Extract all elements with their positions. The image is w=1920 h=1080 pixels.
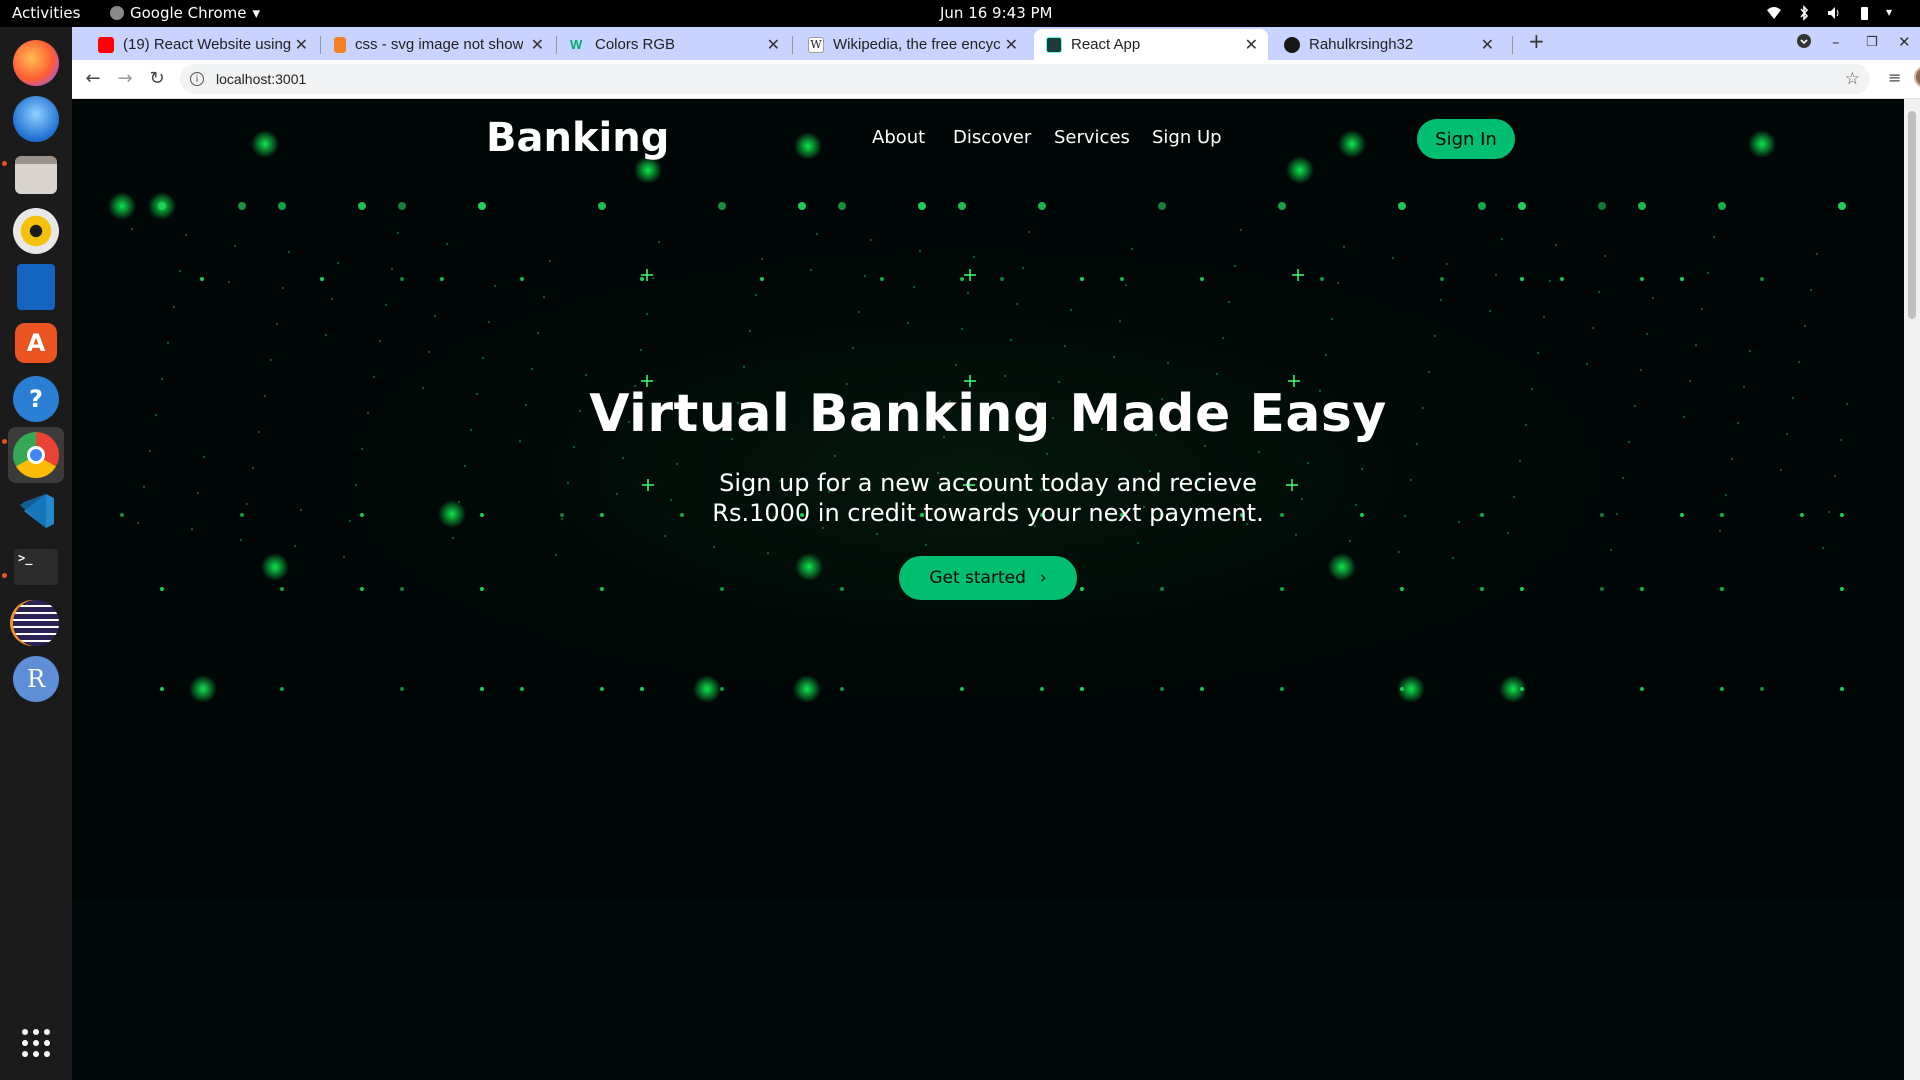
rhythmbox-icon	[13, 208, 59, 254]
youtube-icon	[98, 36, 114, 53]
system-top-bar: Activities Google Chrome ▾ Jun 16 9:43 P…	[0, 0, 1920, 27]
clock[interactable]: Jun 16 9:43 PM	[940, 4, 1053, 22]
tab-title: css - svg image not showi	[355, 36, 523, 53]
help-icon: ?	[13, 376, 59, 422]
r-icon: R	[13, 656, 59, 702]
power-menu-caret-icon: ▾	[1886, 5, 1893, 19]
hero-subtitle: Sign up for a new account today and reci…	[712, 469, 1264, 527]
site-navbar: Banking About Discover Services Sign Up …	[72, 99, 1904, 179]
get-started-label: Get started	[929, 568, 1026, 588]
tab-colors-rgb[interactable]: W Colors RGB ✕	[558, 29, 790, 60]
firefox-icon	[13, 40, 59, 86]
system-tray[interactable]: ▾	[1766, 5, 1902, 21]
dock-software[interactable]: A	[8, 315, 64, 371]
dock-r[interactable]: R	[8, 651, 64, 707]
chrome-small-icon	[110, 6, 124, 20]
writer-icon	[17, 264, 55, 310]
get-started-button[interactable]: Get started ›	[899, 556, 1077, 600]
activities-button[interactable]: Activities	[12, 4, 80, 22]
tab-youtube[interactable]: (19) React Website using ✕	[86, 29, 318, 60]
tab-github[interactable]: Rahulkrsingh32 ✕	[1272, 29, 1504, 60]
battery-icon	[1856, 5, 1872, 21]
browser-window: (19) React Website using ✕ css - svg ima…	[72, 27, 1920, 99]
hero-bottom-band	[72, 899, 1904, 1080]
apps-grid-icon	[13, 1020, 59, 1066]
volume-icon	[1826, 5, 1842, 21]
tab-stackoverflow[interactable]: css - svg image not showi ✕	[322, 29, 554, 60]
dock-vscode[interactable]	[8, 483, 64, 539]
tab-react-app[interactable]: React App ✕	[1034, 29, 1268, 60]
nav-about[interactable]: About	[872, 127, 925, 148]
tab-strip: (19) React Website using ✕ css - svg ima…	[72, 27, 1920, 60]
github-icon	[1284, 36, 1300, 53]
forward-arrow-icon[interactable]: →	[114, 68, 136, 89]
w3schools-icon: W	[570, 36, 583, 52]
app-menu[interactable]: Google Chrome ▾	[110, 4, 260, 22]
address-bar[interactable]: i ☆	[180, 64, 1870, 94]
dock-files[interactable]	[8, 147, 64, 203]
bluetooth-icon	[1796, 5, 1812, 21]
tab-title: (19) React Website using	[123, 36, 291, 53]
sign-in-button[interactable]: Sign In	[1417, 119, 1515, 159]
wikipedia-icon: W	[808, 36, 824, 53]
scrollbar-thumb[interactable]	[1908, 111, 1916, 319]
dock-writer[interactable]	[8, 259, 64, 315]
dock-eclipse[interactable]	[8, 595, 64, 651]
close-tab-icon[interactable]: ✕	[1481, 35, 1494, 55]
chrome-icon	[13, 432, 59, 478]
site-logo[interactable]: Banking	[486, 115, 669, 161]
close-tab-icon[interactable]: ✕	[1245, 35, 1258, 55]
url-input[interactable]	[214, 70, 1714, 88]
bookmark-star-icon[interactable]: ☆	[1845, 69, 1860, 89]
restore-button[interactable]: ❐	[1866, 35, 1878, 50]
media-control-icon[interactable]: ≡	[1888, 68, 1901, 87]
tab-title: Wikipedia, the free encycl	[833, 36, 1001, 53]
thunderbird-icon	[13, 96, 59, 142]
new-tab-button[interactable]: +	[1528, 29, 1545, 53]
vscode-icon	[13, 488, 59, 534]
dock-help[interactable]: ?	[8, 371, 64, 427]
close-tab-icon[interactable]: ✕	[767, 35, 780, 55]
app-menu-label: Google Chrome	[130, 4, 247, 22]
eclipse-icon	[13, 600, 59, 646]
nav-sign-up[interactable]: Sign Up	[1152, 127, 1222, 148]
profile-avatar[interactable]	[1914, 66, 1920, 92]
back-arrow-icon[interactable]: ←	[82, 68, 104, 89]
dock-chrome[interactable]	[8, 427, 64, 483]
tab-title: Colors RGB	[595, 36, 676, 53]
hero-title: Virtual Banking Made Easy	[589, 384, 1387, 444]
reload-icon[interactable]: ↻	[146, 68, 168, 89]
tab-title: React App	[1071, 36, 1141, 53]
close-tab-icon[interactable]: ✕	[531, 35, 544, 55]
dock-thunderbird[interactable]	[8, 91, 64, 147]
dock-firefox[interactable]	[8, 35, 64, 91]
tab-search-icon[interactable]	[1796, 33, 1812, 53]
chevron-right-icon: ›	[1039, 568, 1047, 588]
terminal-icon: >_	[14, 549, 58, 585]
software-icon: A	[15, 323, 57, 363]
dock: A ? >_ R	[0, 27, 72, 1080]
tab-wikipedia[interactable]: W Wikipedia, the free encycl ✕	[796, 29, 1028, 60]
nav-discover[interactable]: Discover	[953, 127, 1031, 148]
show-applications-button[interactable]	[8, 1015, 64, 1071]
minimize-button[interactable]: –	[1832, 33, 1840, 51]
site-info-icon[interactable]: i	[190, 72, 204, 86]
dock-rhythmbox[interactable]	[8, 203, 64, 259]
browser-toolbar: ← → ↻ i ☆ ≡	[72, 60, 1920, 99]
caret-down-icon: ▾	[252, 4, 261, 22]
wifi-icon	[1766, 5, 1782, 21]
react-icon	[1046, 36, 1062, 53]
dock-terminal[interactable]: >_	[8, 539, 64, 595]
web-page: Banking About Discover Services Sign Up …	[72, 99, 1904, 1080]
close-tab-icon[interactable]: ✕	[1005, 35, 1018, 55]
tab-title: Rahulkrsingh32	[1309, 36, 1414, 53]
stackoverflow-icon	[334, 36, 346, 53]
page-scrollbar[interactable]	[1904, 99, 1920, 1080]
close-window-button[interactable]: ✕	[1898, 33, 1911, 51]
hero-content: Virtual Banking Made Easy Sign up for a …	[72, 384, 1904, 600]
nav-services[interactable]: Services	[1054, 127, 1130, 148]
files-icon	[15, 156, 57, 194]
close-tab-icon[interactable]: ✕	[295, 35, 308, 55]
